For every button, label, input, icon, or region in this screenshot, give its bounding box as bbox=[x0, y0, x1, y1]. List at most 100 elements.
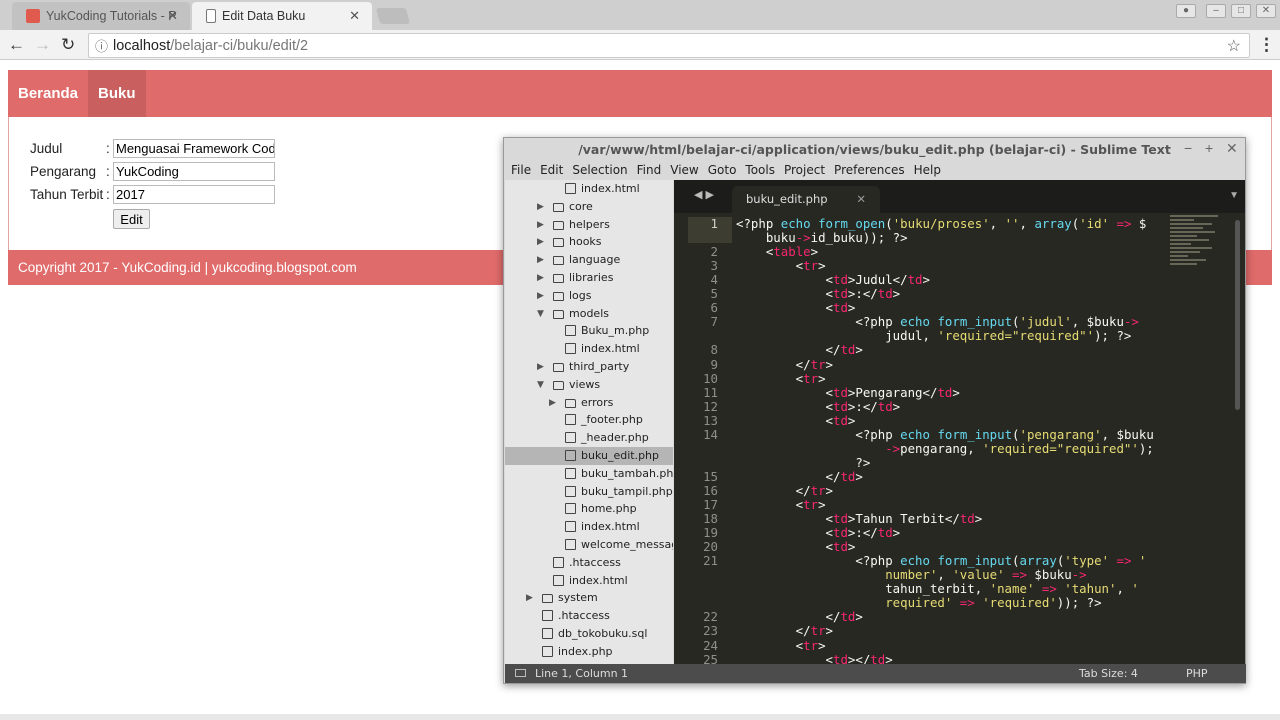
address-bar[interactable]: ⓘ localhost/belajar-ci/buku/edit/2 ☆ bbox=[88, 33, 1250, 58]
collapsed-arrow-icon[interactable]: ▶ bbox=[537, 251, 544, 269]
pengarang-input[interactable]: YukCoding bbox=[113, 162, 275, 181]
line-number: 14 bbox=[703, 426, 718, 442]
tree-item[interactable]: ▶ language bbox=[505, 251, 673, 269]
collapsed-arrow-icon[interactable]: ▶ bbox=[537, 198, 544, 216]
tree-item[interactable]: ▶ system bbox=[505, 589, 673, 607]
tree-item[interactable]: ▶ libraries bbox=[505, 269, 673, 287]
reload-icon[interactable]: ↻ bbox=[61, 35, 75, 55]
tree-item[interactable]: home.php bbox=[505, 500, 673, 518]
code-content[interactable]: 1 <?php echo form_open('buku/proses', '',… bbox=[674, 217, 1245, 664]
profile-icon[interactable]: ● bbox=[1176, 4, 1196, 18]
folder-icon bbox=[553, 238, 564, 248]
tab-dropdown-icon[interactable]: ▼ bbox=[1229, 190, 1239, 201]
tab-size[interactable]: Tab Size: 4 bbox=[1079, 664, 1138, 683]
close-tab-icon[interactable]: ✕ bbox=[856, 186, 866, 213]
menu-edit[interactable]: Edit bbox=[540, 160, 563, 180]
tree-item[interactable]: ▶ core bbox=[505, 198, 673, 216]
menu-project[interactable]: Project bbox=[784, 160, 825, 180]
tree-item[interactable]: index.html bbox=[505, 518, 673, 536]
tahun-terbit-input[interactable]: 2017 bbox=[113, 185, 275, 204]
back-icon[interactable]: ← bbox=[8, 35, 25, 55]
menu-preferences[interactable]: Preferences bbox=[834, 160, 905, 180]
tree-item[interactable]: welcome_message.php bbox=[505, 536, 673, 554]
tree-item[interactable]: index.html bbox=[505, 180, 673, 198]
collapsed-arrow-icon[interactable]: ▶ bbox=[549, 394, 556, 412]
judul-input[interactable]: Menguasai Framework CodeIgniter bbox=[113, 139, 275, 158]
code-token: >:</ bbox=[847, 398, 878, 414]
syntax-mode[interactable]: PHP bbox=[1186, 664, 1208, 683]
file-tab-buku-edit[interactable]: buku_edit.php ✕ bbox=[732, 186, 880, 213]
tree-item[interactable]: ▶ errors bbox=[505, 394, 673, 412]
close-tab-icon[interactable]: ✕ bbox=[167, 8, 178, 24]
tree-item[interactable]: Buku_m.php bbox=[505, 322, 673, 340]
code-text: <tr> bbox=[736, 498, 826, 512]
collapsed-arrow-icon[interactable]: ▶ bbox=[537, 216, 544, 234]
browser-tab-edit-data-buku[interactable]: Edit Data Buku ✕ bbox=[192, 2, 372, 30]
tree-item[interactable]: ▶ third_party bbox=[505, 358, 673, 376]
browser-bottom-edge bbox=[0, 714, 1280, 720]
close-tab-icon[interactable]: ✕ bbox=[349, 8, 360, 24]
tree-item[interactable]: db_tokobuku.sql bbox=[505, 625, 673, 643]
code-line: 4 <td>Judul</td> bbox=[674, 273, 1234, 287]
code-token: < bbox=[736, 511, 833, 527]
code-token: td bbox=[907, 272, 923, 288]
editor-scrollbar[interactable] bbox=[1235, 220, 1240, 410]
collapsed-arrow-icon[interactable]: ▶ bbox=[526, 589, 533, 607]
code-token: )); ?> bbox=[1056, 595, 1102, 611]
menu-help[interactable]: Help bbox=[914, 160, 941, 180]
tree-item-label: index.html bbox=[581, 520, 640, 534]
code-token: => bbox=[1109, 217, 1139, 231]
tree-item-label: language bbox=[569, 253, 621, 267]
tree-item[interactable]: .htaccess bbox=[505, 607, 673, 625]
tree-item[interactable]: index.php bbox=[505, 643, 673, 661]
new-tab-button[interactable] bbox=[375, 8, 411, 24]
menu-file[interactable]: File bbox=[511, 160, 531, 180]
bookmark-star-icon[interactable]: ☆ bbox=[1227, 36, 1241, 56]
collapsed-arrow-icon[interactable]: ▶ bbox=[537, 287, 544, 305]
tree-item[interactable]: _footer.php bbox=[505, 411, 673, 429]
minimize-button[interactable]: – bbox=[1206, 4, 1226, 18]
menu-find[interactable]: Find bbox=[637, 160, 662, 180]
code-editor[interactable]: ◀ ▶ buku_edit.php ✕ ▼ 1 <?php echo form_o… bbox=[674, 180, 1245, 664]
menu-tools[interactable]: Tools bbox=[745, 160, 775, 180]
close-icon[interactable]: ✕ bbox=[1226, 140, 1238, 157]
collapsed-arrow-icon[interactable]: ▶ bbox=[537, 358, 544, 376]
tree-item[interactable]: buku_edit.php bbox=[505, 447, 673, 465]
tree-item[interactable]: _header.php bbox=[505, 429, 673, 447]
collapsed-arrow-icon[interactable]: ▶ bbox=[537, 269, 544, 287]
code-token: > bbox=[825, 356, 833, 372]
code-token: td bbox=[877, 525, 893, 541]
tree-item-label: system bbox=[558, 591, 598, 605]
menu-selection[interactable]: Selection bbox=[572, 160, 627, 180]
code-token: < bbox=[736, 286, 833, 302]
line-number: 21 bbox=[703, 553, 718, 569]
tab-nav-arrows-icon[interactable]: ◀ ▶ bbox=[694, 188, 714, 201]
forward-icon[interactable]: → bbox=[34, 35, 51, 55]
minimap[interactable] bbox=[1170, 213, 1230, 293]
tree-item[interactable]: .htaccess bbox=[505, 554, 673, 572]
edit-submit-button[interactable]: Edit bbox=[113, 209, 150, 229]
nav-buku[interactable]: Buku bbox=[88, 70, 146, 117]
browser-tab-yukcoding[interactable]: YukCoding Tutorials - P ✕ bbox=[12, 2, 190, 30]
menu-goto[interactable]: Goto bbox=[708, 160, 737, 180]
close-window-button[interactable]: ✕ bbox=[1256, 4, 1276, 18]
tree-item[interactable]: buku_tampil.php bbox=[505, 483, 673, 501]
maximize-icon[interactable]: + bbox=[1205, 140, 1213, 156]
expanded-arrow-icon[interactable]: ▼ bbox=[537, 305, 544, 323]
tree-item[interactable]: index.html bbox=[505, 572, 673, 590]
maximize-button[interactable]: □ bbox=[1231, 4, 1251, 18]
minimize-icon[interactable]: − bbox=[1184, 140, 1192, 156]
tree-item[interactable]: ▼ models bbox=[505, 305, 673, 323]
menu-view[interactable]: View bbox=[670, 160, 698, 180]
tree-item[interactable]: ▶ helpers bbox=[505, 216, 673, 234]
expanded-arrow-icon[interactable]: ▼ bbox=[537, 376, 544, 394]
tree-item[interactable]: buku_tambah.php bbox=[505, 465, 673, 483]
tree-item[interactable]: ▶ logs bbox=[505, 287, 673, 305]
tree-item[interactable]: index.html bbox=[505, 340, 673, 358]
tree-item[interactable]: ▼ views bbox=[505, 376, 673, 394]
nav-beranda[interactable]: Beranda bbox=[8, 70, 88, 117]
panel-toggle-icon[interactable] bbox=[515, 669, 526, 677]
menu-icon[interactable]: ⋮ bbox=[1258, 35, 1275, 55]
tree-item[interactable]: ▶ hooks bbox=[505, 233, 673, 251]
collapsed-arrow-icon[interactable]: ▶ bbox=[537, 233, 544, 251]
